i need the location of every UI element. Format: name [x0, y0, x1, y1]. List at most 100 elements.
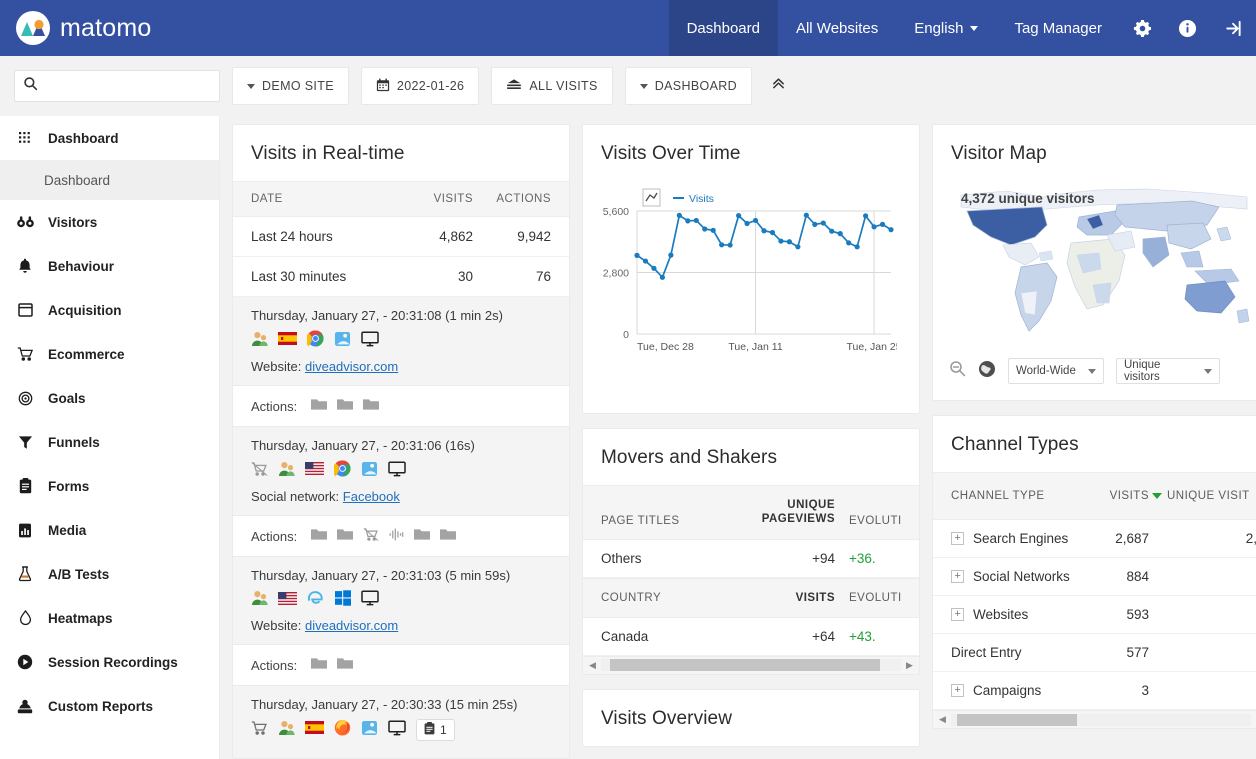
help-button[interactable]	[1165, 0, 1210, 56]
table-row[interactable]: + Search Engines 2,687 2,	[933, 520, 1256, 558]
search-input[interactable]	[38, 79, 211, 94]
table-row[interactable]: + Websites 593	[933, 596, 1256, 634]
sidebar-item-session-recordings[interactable]: Session Recordings	[0, 640, 219, 684]
globe-icon[interactable]	[978, 360, 996, 383]
table-row[interactable]: + Campaigns 3	[933, 672, 1256, 710]
gear-icon	[1133, 19, 1152, 38]
scroll-left-icon[interactable]: ◀	[587, 660, 598, 671]
visit-3-form-badge[interactable]: 1	[416, 719, 455, 741]
table-row[interactable]: Canada +64 +43.	[583, 618, 919, 656]
sidebar-item-ecommerce-label: Ecommerce	[48, 347, 125, 362]
dashboard-selector[interactable]: DASHBOARD	[625, 67, 752, 105]
visits-over-time-chart[interactable]: 02,8005,600Tue, Dec 28Tue, Jan 11Tue, Ja…	[583, 181, 919, 393]
visit-0-meta-link[interactable]: diveadvisor.com	[305, 359, 398, 374]
widget-visits-overview: Visits Overview	[582, 689, 920, 747]
list-item[interactable]: Thursday, January 27, - 20:31:03 (5 min …	[233, 557, 569, 645]
desktop-icon	[361, 590, 379, 611]
matomo-logo-icon	[16, 11, 50, 45]
visit-2-icons	[251, 590, 551, 611]
widget-visits-over-time: Visits Over Time 02,8005,600Tue, Dec 28T…	[582, 124, 920, 414]
windows-icon	[335, 590, 351, 611]
channel-col-unique-visitors[interactable]: UNIQUE VISIT	[1149, 490, 1256, 502]
sidebar-item-funnels[interactable]: Funnels	[0, 420, 219, 464]
scrollbar-track[interactable]	[601, 659, 901, 671]
table-row[interactable]: Direct Entry 577	[933, 634, 1256, 672]
sidebar-item-goals[interactable]: Goals	[0, 376, 219, 420]
map-region-select[interactable]: World-Wide	[1008, 358, 1104, 384]
top-navigation-bar: matomo Dashboard All Websites English Ta…	[0, 0, 1256, 56]
sidebar-item-behaviour[interactable]: Behaviour	[0, 244, 219, 288]
sidebar-item-session-recordings-label: Session Recordings	[48, 655, 178, 670]
sidebar-item-visitors[interactable]: Visitors	[0, 200, 219, 244]
expand-icon[interactable]: +	[951, 684, 964, 697]
brand-logo[interactable]: matomo	[0, 11, 152, 45]
chevron-down-icon	[1204, 369, 1212, 374]
sidebar-item-ab-tests[interactable]: A/B Tests	[0, 552, 219, 596]
svg-text:2,800: 2,800	[603, 268, 629, 280]
folder-icon[interactable]	[440, 528, 456, 544]
sidebar-item-ecommerce[interactable]: Ecommerce	[0, 332, 219, 376]
sidebar-item-media[interactable]: Media	[0, 508, 219, 552]
widget-movers-and-shakers: Movers and Shakers PAGE TITLES UNIQUE PA…	[582, 428, 920, 675]
scrollbar-track[interactable]	[951, 714, 1251, 726]
search-box[interactable]	[14, 70, 220, 102]
sidebar-item-ab-tests-label: A/B Tests	[48, 567, 109, 582]
folder-icon[interactable]	[337, 657, 353, 673]
folder-icon[interactable]	[311, 528, 327, 544]
list-item[interactable]: Thursday, January 27, - 20:31:08 (1 min …	[233, 297, 569, 386]
visit-1-meta-link[interactable]: Facebook	[343, 489, 400, 504]
table-row[interactable]: Last 30 minutes 30 76	[233, 257, 569, 297]
zoom-out-icon[interactable]	[949, 360, 966, 382]
visit-2-meta-link[interactable]: diveadvisor.com	[305, 618, 398, 633]
folder-icon[interactable]	[311, 657, 327, 673]
list-item[interactable]: Thursday, January 27, - 20:30:33 (15 min…	[233, 686, 569, 759]
topnav-all-websites[interactable]: All Websites	[778, 0, 896, 56]
date-selector[interactable]: 2022-01-26	[361, 67, 479, 105]
list-item[interactable]: Thursday, January 27, - 20:31:06 (16s) S…	[233, 427, 569, 516]
main-body: Dashboard Dashboard Visitors Behaviour A…	[0, 116, 1256, 759]
sidebar-subitem-dashboard[interactable]: Dashboard	[0, 160, 219, 200]
sidebar-item-heatmaps[interactable]: Heatmaps	[0, 596, 219, 640]
expand-icon[interactable]: +	[951, 570, 964, 583]
sidebar-item-custom-reports[interactable]: Custom Reports	[0, 684, 219, 728]
settings-button[interactable]	[1120, 0, 1165, 56]
visit-1-meta-label: Social network:	[251, 489, 339, 504]
sidebar-item-acquisition[interactable]: Acquisition	[0, 288, 219, 332]
topnav-tag-manager[interactable]: Tag Manager	[996, 0, 1120, 56]
channel-row-4-visits: 3	[1075, 683, 1149, 698]
sign-out-button[interactable]	[1210, 0, 1256, 56]
expand-icon[interactable]: +	[951, 532, 964, 545]
folder-icon[interactable]	[337, 398, 353, 414]
scroll-right-icon[interactable]: ▶	[904, 660, 915, 671]
scroll-left-icon[interactable]: ◀	[937, 714, 948, 725]
collapse-bar-button[interactable]	[764, 72, 792, 100]
folder-icon[interactable]	[311, 398, 327, 414]
folder-icon[interactable]	[363, 398, 379, 414]
event-icon[interactable]	[389, 528, 404, 544]
table-row[interactable]: Last 24 hours 4,862 9,942	[233, 217, 569, 257]
topnav-dashboard[interactable]: Dashboard	[669, 0, 778, 56]
channel-types-horizontal-scrollbar[interactable]: ◀ ▶	[933, 710, 1256, 728]
movers-horizontal-scrollbar[interactable]: ◀ ▶	[583, 656, 919, 674]
cart-abandoned-icon[interactable]	[363, 528, 379, 544]
expand-icon[interactable]: +	[951, 608, 964, 621]
dashboard-column-1: Visits in Real-time DATE VISITS ACTIONS …	[232, 124, 570, 759]
sidebar-item-behaviour-label: Behaviour	[48, 259, 114, 274]
table-row[interactable]: + Social Networks 884	[933, 558, 1256, 596]
scrollbar-thumb[interactable]	[610, 659, 880, 671]
site-selector[interactable]: DEMO SITE	[232, 67, 349, 105]
folder-icon[interactable]	[337, 528, 353, 544]
folder-icon[interactable]	[414, 528, 430, 544]
movers-row-canada-label: Canada	[601, 629, 745, 644]
segment-selector[interactable]: ALL VISITS	[491, 67, 612, 105]
topnav-language-selector[interactable]: English	[896, 0, 996, 56]
sidebar-item-dashboard[interactable]: Dashboard	[0, 116, 219, 160]
visitor-map-canvas[interactable]: 4,372 unique visitors	[933, 181, 1256, 348]
scrollbar-thumb[interactable]	[957, 714, 1077, 726]
firefox-icon	[334, 719, 351, 741]
table-row[interactable]: Others +94 +36.	[583, 540, 919, 578]
sidebar-item-forms[interactable]: Forms	[0, 464, 219, 508]
channel-row-0: + Search Engines	[951, 531, 1075, 546]
sidebar-item-dashboard-label: Dashboard	[48, 131, 119, 146]
map-metric-select[interactable]: Unique visitors	[1116, 358, 1220, 384]
